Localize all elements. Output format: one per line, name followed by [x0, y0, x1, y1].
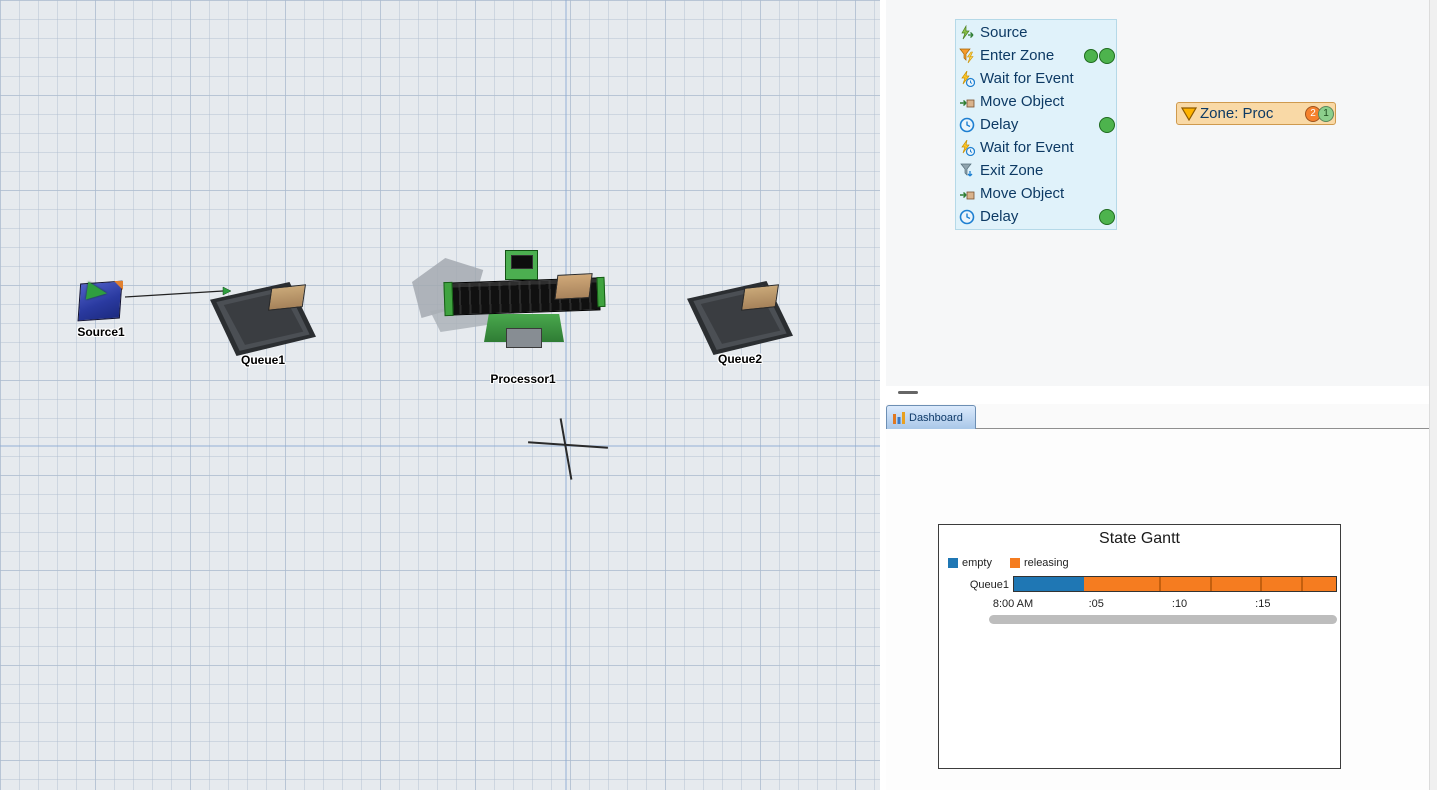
zone-badge-count[interactable]: 1 — [1318, 105, 1334, 122]
chart-legend: empty releasing — [948, 557, 1069, 569]
activity-block[interactable]: Source Enter Zone Wait for Event Move Ob… — [955, 19, 1117, 230]
activity-row-delay-2[interactable]: Delay — [956, 205, 1116, 228]
source-label: Source1 — [77, 325, 125, 339]
flexsim-window: Source1 Queue1 Processor1 Queue2 Source … — [0, 0, 1437, 790]
zone-funnel-icon — [1181, 106, 1197, 121]
activity-row-wait-for-event-2[interactable]: Wait for Event — [956, 136, 1116, 159]
gantt-state-divider — [1260, 577, 1263, 591]
wait-for-event-icon — [959, 139, 977, 156]
enter-zone-icon — [959, 48, 977, 64]
legend-item: empty — [948, 557, 992, 569]
zone-label: Zone: Proc — [1200, 105, 1274, 122]
axis-tick: :15 — [1255, 598, 1271, 610]
activity-label: Delay — [980, 116, 1019, 133]
source-object[interactable] — [77, 280, 127, 322]
gantt-scrollbar[interactable] — [989, 615, 1337, 624]
activity-label: Move Object — [980, 185, 1065, 202]
token-indicator[interactable] — [1099, 208, 1115, 225]
state-gantt-chart: State Gantt empty releasing Queue1 8:00 … — [938, 524, 1341, 769]
activity-label: Delay — [980, 208, 1019, 225]
grid-axis-horizontal — [0, 445, 880, 447]
queue2-label: Queue2 — [717, 352, 763, 366]
activity-row-exit-zone[interactable]: Exit Zone — [956, 159, 1116, 182]
activity-label: Source — [980, 24, 1028, 41]
zone-block[interactable]: Zone: Proc 2 1 — [1176, 102, 1336, 125]
axis-tick: 8:00 AM — [992, 598, 1034, 610]
exit-zone-icon — [959, 163, 977, 179]
queue1-label: Queue1 — [240, 353, 286, 367]
delay-icon — [959, 117, 977, 133]
move-object-icon — [959, 94, 977, 110]
window-vertical-scrollbar[interactable] — [1429, 0, 1437, 790]
source-corner-marker — [114, 281, 123, 290]
activity-label: Wait for Event — [980, 70, 1074, 87]
token-indicator[interactable] — [1099, 47, 1115, 64]
bar-chart-icon — [893, 411, 905, 424]
axis-tick: :05 — [1088, 598, 1104, 610]
gantt-state-divider — [1300, 577, 1303, 591]
token-indicators — [1084, 47, 1115, 64]
tab-dashboard[interactable]: Dashboard — [886, 405, 976, 429]
gantt-segment-empty — [1014, 577, 1084, 591]
wait-for-event-icon — [959, 70, 977, 87]
flow-item-box — [554, 273, 593, 300]
activity-label: Enter Zone — [980, 47, 1055, 64]
processor-monitor — [505, 250, 538, 280]
gantt-state-divider — [1158, 577, 1161, 591]
tab-label: Dashboard — [909, 411, 963, 424]
processor-end-cap — [596, 276, 606, 308]
axis-tick: :10 — [1171, 598, 1188, 610]
splitter-handle[interactable] — [898, 391, 918, 394]
dashboard-tab-bar: Dashboard — [886, 404, 1437, 429]
grid-axis-vertical — [565, 0, 567, 790]
chart-title: State Gantt — [1099, 530, 1180, 547]
legend-swatch — [1009, 558, 1020, 568]
token-indicator[interactable] — [1084, 48, 1098, 63]
flow-item-box — [741, 284, 779, 311]
source-icon — [959, 24, 977, 41]
legend-label: empty — [962, 557, 992, 569]
processor-object[interactable] — [410, 240, 610, 352]
legend-label: releasing — [1023, 557, 1069, 569]
legend-item: releasing — [1009, 557, 1069, 569]
queue1-object[interactable] — [210, 282, 316, 356]
legend-swatch — [948, 558, 958, 568]
move-object-icon — [959, 186, 977, 202]
delay-icon — [959, 209, 977, 225]
activity-row-source[interactable]: Source — [956, 21, 1116, 44]
token-indicators — [1099, 116, 1115, 133]
queue2-object[interactable] — [687, 281, 793, 355]
activity-label: Exit Zone — [980, 162, 1044, 179]
3d-model-view[interactable]: Source1 Queue1 Processor1 Queue2 — [0, 0, 880, 790]
gantt-bar — [1013, 576, 1337, 592]
activity-label: Move Object — [980, 93, 1065, 110]
activity-label: Wait for Event — [980, 139, 1074, 156]
activity-row-delay-1[interactable]: Delay — [956, 113, 1116, 136]
activity-row-wait-for-event-1[interactable]: Wait for Event — [956, 67, 1116, 90]
flow-item-box — [268, 284, 306, 311]
activity-row-move-object-2[interactable]: Move Object — [956, 182, 1116, 205]
dashboard-panel: Dashboard State Gantt empty releasing Qu… — [886, 404, 1437, 790]
horizontal-panel-splitter[interactable] — [886, 386, 1437, 404]
gantt-state-divider — [1210, 577, 1213, 591]
processor-label: Processor1 — [490, 372, 556, 386]
activity-row-move-object-1[interactable]: Move Object — [956, 90, 1116, 113]
origin-crosshair — [528, 418, 608, 482]
token-indicators — [1099, 208, 1115, 225]
processor-cabinet — [506, 328, 542, 348]
processor-screen — [511, 255, 533, 269]
zone-badges: 2 1 — [1305, 105, 1334, 122]
source-arrow-icon — [85, 281, 109, 303]
gantt-row-label: Queue1 — [969, 579, 1009, 591]
token-indicator[interactable] — [1099, 116, 1115, 133]
processor-end-cap — [443, 281, 454, 317]
process-flow-panel[interactable]: Source Enter Zone Wait for Event Move Ob… — [886, 0, 1437, 386]
activity-row-enter-zone[interactable]: Enter Zone — [956, 44, 1116, 67]
gantt-time-axis: 8:00 AM :05 :10 :15 — [993, 598, 1337, 612]
